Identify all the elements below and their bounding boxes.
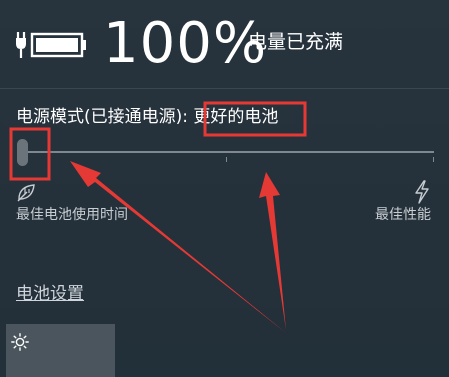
leaf-icon <box>17 184 35 202</box>
battery-settings-link[interactable]: 电池设置 <box>16 283 84 305</box>
best-performance-label: 最佳性能 <box>375 207 431 223</box>
annotation-arrow-thumb <box>70 161 286 333</box>
battery-flyout-panel: 100% 电量已充满 电源模式(已接通电源): 更好的电池 最佳电池使用时间 最… <box>0 0 449 377</box>
slider-tick <box>433 157 434 162</box>
battery-percentage: 100% <box>103 11 268 76</box>
battery-full-charging-icon <box>16 32 86 58</box>
divider <box>0 88 449 89</box>
power-mode-slider-thumb[interactable] <box>17 139 28 166</box>
battery-status-text: 电量已充满 <box>248 31 344 53</box>
power-mode-label: 电源模式(已接通电源): <box>16 107 194 127</box>
power-mode-slider-track[interactable] <box>24 151 434 153</box>
best-battery-label: 最佳电池使用时间 <box>16 207 128 223</box>
brightness-tile[interactable] <box>6 324 115 377</box>
annotation-arrow-track <box>259 172 286 330</box>
power-mode-value: 更好的电池 <box>193 107 279 127</box>
slider-tick <box>226 157 227 162</box>
power-mode-heading: 电源模式(已接通电源): 更好的电池 <box>16 106 278 128</box>
brightness-icon <box>11 333 29 351</box>
lightning-icon <box>415 180 429 204</box>
